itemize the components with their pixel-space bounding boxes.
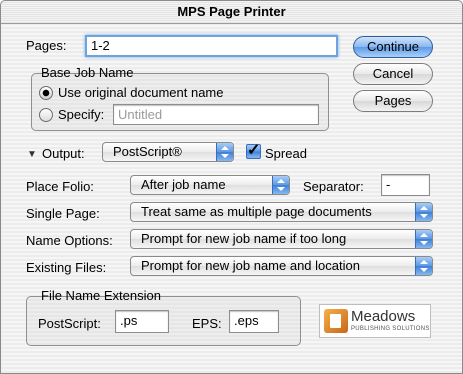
checkmark-icon: ✓ xyxy=(247,142,261,159)
name-options-label: Name Options: xyxy=(26,233,113,248)
place-folio-value: After job name xyxy=(141,177,226,192)
place-folio-popup[interactable]: After job name xyxy=(130,175,290,195)
cancel-button[interactable]: Cancel xyxy=(353,63,433,85)
specify-label: Specify: xyxy=(58,107,105,122)
existing-files-value: Prompt for new job name and location xyxy=(141,258,360,273)
specify-radio[interactable] xyxy=(39,108,53,122)
separator-input[interactable]: - xyxy=(381,174,430,196)
spread-label: Spread xyxy=(265,146,307,161)
base-job-name-title: Base Job Name xyxy=(41,65,134,80)
name-options-value: Prompt for new job name if too long xyxy=(141,231,347,246)
separator-label: Separator: xyxy=(303,179,364,194)
pages-label: Pages: xyxy=(26,38,67,53)
existing-files-label: Existing Files: xyxy=(26,260,107,275)
output-value: PostScript® xyxy=(113,144,182,159)
meadows-logo-icon xyxy=(324,309,348,333)
pages-input[interactable]: 1-2 xyxy=(85,35,338,57)
postscript-extension-label: PostScript: xyxy=(38,316,101,331)
eps-extension-label: EPS: xyxy=(192,316,222,331)
output-label: Output: xyxy=(42,146,85,161)
print-dialog-window: MPS Page Printer Pages: 1-2 Continue Can… xyxy=(0,0,463,374)
place-folio-label: Place Folio: xyxy=(26,179,94,194)
popup-arrows-icon xyxy=(415,230,432,248)
continue-button[interactable]: Continue xyxy=(353,36,433,58)
single-page-popup[interactable]: Treat same as multiple page documents xyxy=(130,202,433,222)
popup-arrows-icon xyxy=(415,203,432,221)
output-popup[interactable]: PostScript® xyxy=(102,142,234,162)
use-original-label: Use original document name xyxy=(58,85,224,100)
postscript-extension-input[interactable]: .ps xyxy=(115,310,169,333)
meadows-logo: Meadows PUBLISHING SOLUTIONS xyxy=(319,304,431,338)
logo-name: Meadows xyxy=(351,308,416,325)
specify-input[interactable]: Untitled xyxy=(113,104,319,125)
name-options-popup[interactable]: Prompt for new job name if too long xyxy=(130,229,433,249)
disclosure-triangle-icon[interactable]: ▼ xyxy=(27,149,37,160)
single-page-label: Single Page: xyxy=(26,206,100,221)
file-name-extension-title: File Name Extension xyxy=(41,288,161,303)
logo-subtitle: PUBLISHING SOLUTIONS xyxy=(351,326,430,332)
existing-files-popup[interactable]: Prompt for new job name and location xyxy=(130,256,433,276)
single-page-value: Treat same as multiple page documents xyxy=(141,204,372,219)
popup-arrows-icon xyxy=(272,176,289,194)
eps-extension-input[interactable]: .eps xyxy=(229,310,279,333)
popup-arrows-icon xyxy=(415,257,432,275)
popup-arrows-icon xyxy=(216,143,233,161)
pages-button[interactable]: Pages xyxy=(353,90,433,112)
use-original-radio[interactable] xyxy=(39,86,53,100)
spread-checkbox[interactable]: ✓ xyxy=(246,142,261,159)
window-title: MPS Page Printer xyxy=(1,1,462,24)
